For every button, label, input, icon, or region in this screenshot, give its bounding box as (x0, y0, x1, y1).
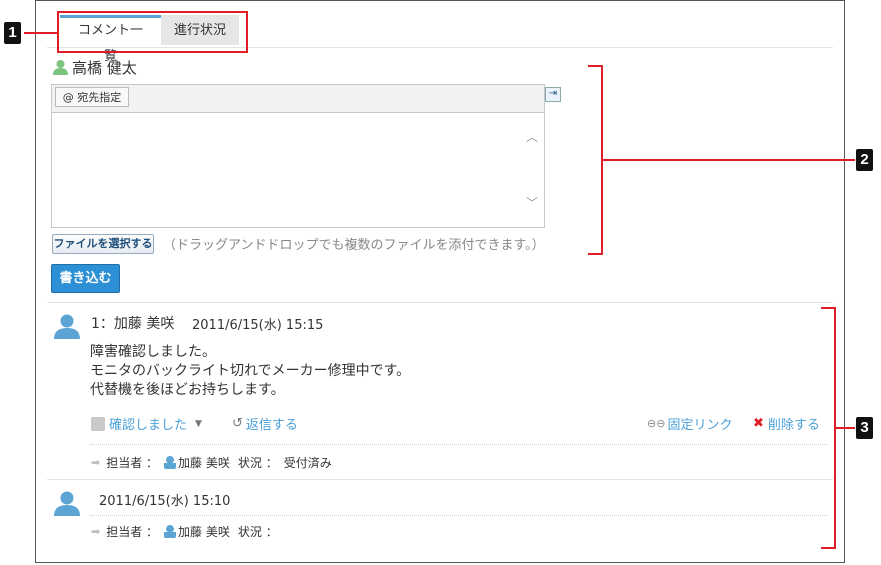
comment-divider (47, 479, 833, 480)
editor-divider (47, 302, 833, 303)
status-value: 受付済み (283, 456, 332, 470)
expand-editor-icon[interactable]: ⇥ (545, 87, 561, 102)
link-icon: ⊖⊖ (647, 417, 666, 430)
assignee-label: 担当者 ： (106, 525, 159, 539)
callout-3-bracket-bottom (821, 547, 835, 549)
avatar (54, 314, 80, 339)
scroll-up-icon[interactable]: ︿ (524, 130, 540, 144)
comment-1-line-1: 障害確認しました。 (90, 344, 216, 360)
submit-button[interactable]: 書き込む (51, 264, 120, 293)
delete-action[interactable]: ✖ 削除する (753, 414, 820, 433)
callout-2-bracket-top (588, 65, 602, 67)
confirm-action[interactable]: 確認しました ▼ (91, 414, 202, 433)
permalink-label: 固定リンク (667, 418, 733, 433)
arrow-right-icon: ➡ (91, 525, 101, 538)
comment-2-meta: ➡ 担当者 ： 加藤 美咲 状況 ： (91, 523, 278, 540)
confirm-label: 確認しました (109, 418, 188, 433)
comment-1-line-2: モニタのバックライト切れでメーカー修理中です。 (90, 363, 411, 379)
callout-1-box (57, 11, 248, 53)
assignee-name[interactable]: 加藤 美咲 (178, 523, 230, 540)
avatar (54, 491, 80, 516)
comment-1-meta-divider (90, 444, 827, 445)
delete-icon: ✖ (753, 416, 764, 431)
reply-icon: ↺ (232, 416, 243, 431)
reply-action[interactable]: ↺ 返信する (232, 414, 298, 433)
comment-1-author[interactable]: 1：加藤 美咲 (91, 313, 174, 333)
user-icon (53, 60, 68, 75)
callout-3-bracket-top (821, 307, 835, 309)
callout-3-line (834, 427, 855, 429)
status-label: 状況 ： (237, 456, 278, 470)
user-icon (164, 525, 177, 538)
callout-2-line (601, 159, 855, 161)
callout-1-line (24, 32, 58, 34)
callout-2-badge: 2 (856, 149, 873, 171)
callout-3-badge: 3 (856, 417, 873, 439)
permalink-action[interactable]: ⊖⊖ 固定リンク (647, 414, 732, 433)
reply-label: 返信する (245, 418, 298, 433)
assignee-name[interactable]: 加藤 美咲 (178, 454, 230, 471)
chevron-down-icon[interactable]: ▼ (195, 419, 202, 429)
callout-1-badge: 1 (4, 22, 21, 44)
callout-2-bracket-bottom (588, 253, 602, 255)
scroll-down-icon[interactable]: ﹀ (524, 196, 540, 210)
assignee-label: 担当者 ： (106, 456, 159, 470)
comment-1-body: 障害確認しました。 モニタのバックライト切れでメーカー修理中です。 代替機を後ほ… (90, 343, 410, 400)
arrow-right-icon: ➡ (91, 456, 101, 469)
delete-label: 削除する (767, 418, 820, 433)
select-file-button[interactable]: ファイルを選択する (52, 234, 154, 254)
status-label: 状況 ： (237, 525, 278, 539)
user-icon (164, 456, 177, 469)
editor-user-name: 高橋 健太 (72, 59, 137, 77)
file-drop-hint: （ドラッグアンドドロップでも複数のファイルを添付できます。） (163, 238, 545, 253)
mention-button[interactable]: @ 宛先指定 (55, 87, 129, 107)
comment-1-line-3: 代替機を後ほどお持ちします。 (90, 382, 285, 398)
comment-1-date: 2011/6/15(水) 15:15 (192, 318, 324, 333)
comment-2-date: 2011/6/15(水) 15:10 (99, 494, 231, 509)
comment-2-meta-divider (90, 515, 827, 516)
confirm-icon (91, 416, 105, 431)
comment-1-meta: ➡ 担当者 ： 加藤 美咲 状況 ： 受付済み (91, 454, 332, 471)
